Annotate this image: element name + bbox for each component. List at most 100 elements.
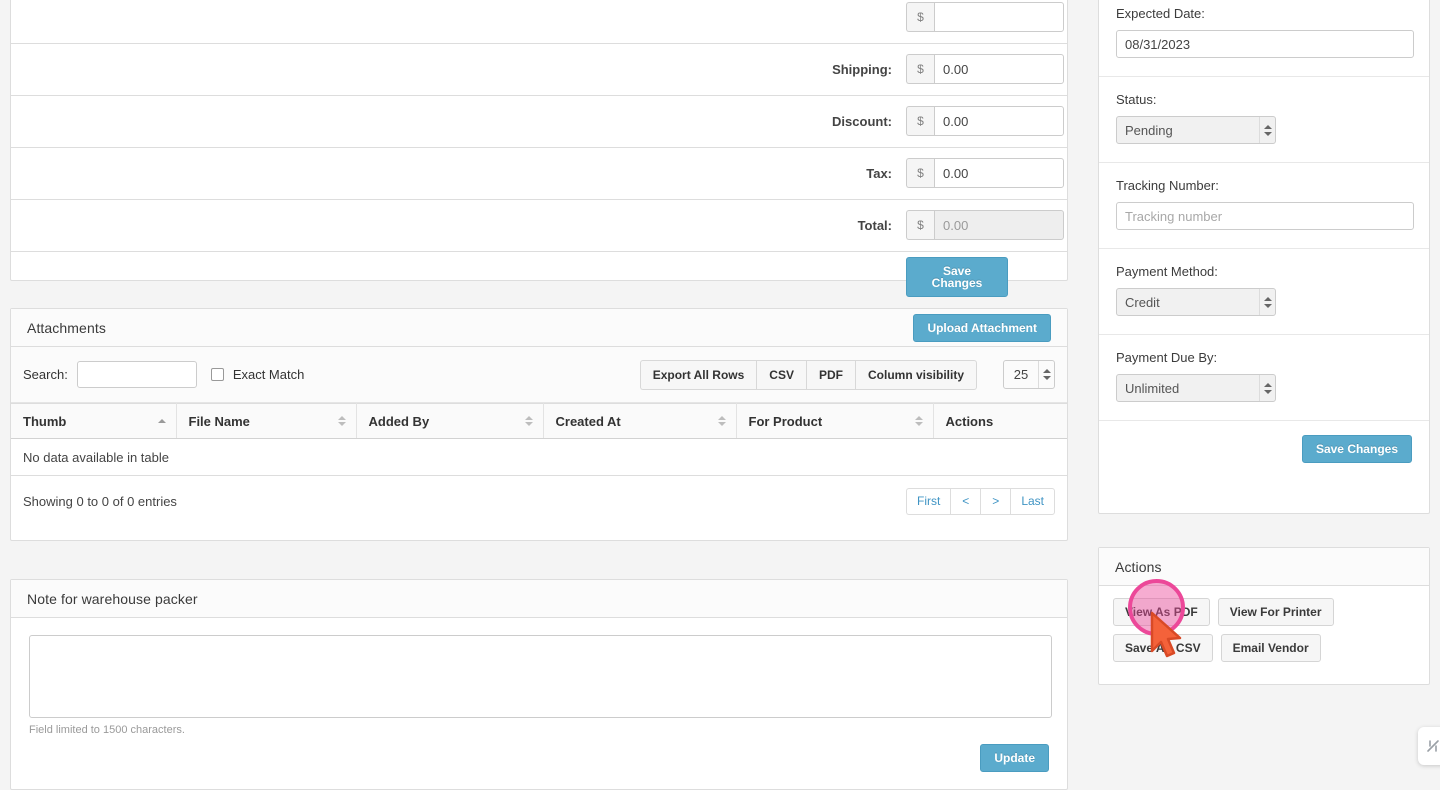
status-label: Status:: [1116, 92, 1157, 107]
order-totals-panel: $ Shipping: $ Discount: $: [10, 0, 1068, 298]
order-totals-table: $ Shipping: $ Discount: $: [11, 0, 1067, 303]
sort-icon: [717, 416, 726, 426]
sort-icon: [337, 416, 346, 426]
actions-title: Actions: [1115, 558, 1162, 575]
pagination-prev[interactable]: <: [950, 487, 981, 515]
sort-asc-icon: [157, 419, 166, 423]
status-select[interactable]: Pending: [1116, 116, 1276, 144]
pagination-first[interactable]: First: [905, 487, 951, 515]
tax-input-group: $: [906, 158, 1064, 188]
column-header-file-name[interactable]: File Name: [176, 403, 357, 439]
currency-icon: $: [906, 106, 934, 136]
tax-label: Tax:: [866, 165, 892, 181]
totals-save-row: Save Changes: [11, 251, 1067, 303]
save-changes-button-totals[interactable]: Save Changes: [906, 257, 1008, 298]
column-header-actions[interactable]: Actions: [933, 403, 1067, 439]
total-input: [934, 210, 1064, 240]
sort-icon: [524, 416, 533, 426]
tracking-number-input[interactable]: [1116, 202, 1414, 230]
export-all-rows-button[interactable]: Export All Rows: [639, 359, 757, 390]
note-header: Note for warehouse packer: [11, 580, 1067, 618]
sort-icon: [914, 416, 923, 426]
column-header-thumb[interactable]: Thumb: [11, 403, 177, 439]
totals-row-partial: $: [11, 0, 1067, 43]
pagination-last[interactable]: Last: [1010, 487, 1055, 515]
exact-match-label: Exact Match: [232, 367, 305, 382]
view-as-pdf-button[interactable]: View As PDF: [1113, 598, 1210, 626]
spinner-icon: [1259, 117, 1275, 143]
purchase-order-page: $ Shipping: $ Discount: $: [0, 0, 1440, 790]
search-input[interactable]: [76, 361, 197, 388]
column-visibility-button[interactable]: Column visibility: [854, 359, 977, 390]
shipping-label: Shipping:: [832, 61, 892, 77]
tracking-number-row: Tracking Number:: [1099, 163, 1429, 249]
table-row: Tax: $: [11, 147, 1067, 199]
discount-label: Discount:: [832, 113, 892, 129]
totals-field-partial: $: [906, 0, 1067, 43]
upload-attachment-button[interactable]: Upload Attachment: [913, 313, 1051, 342]
total-input-group: $: [906, 210, 1064, 240]
empty-table-message: No data available in table: [11, 438, 1067, 476]
column-label: Actions: [945, 413, 994, 429]
table-row: Discount: $: [11, 95, 1067, 147]
payment-due-row: Payment Due By: Unlimited: [1099, 335, 1429, 421]
status-row: Status: Pending: [1099, 77, 1429, 163]
update-button[interactable]: Update: [980, 744, 1049, 772]
spinner-icon: [1259, 289, 1275, 315]
page-length-value: 25: [1013, 367, 1029, 382]
attachments-footer: Showing 0 to 0 of 0 entries First < > La…: [11, 476, 1067, 526]
payment-method-value: Credit: [1125, 294, 1160, 310]
column-header-for-product[interactable]: For Product: [736, 403, 934, 439]
currency-icon: $: [906, 158, 934, 188]
payment-method-label: Payment Method:: [1116, 264, 1218, 279]
save-changes-button-details[interactable]: Save Changes: [1301, 435, 1412, 463]
note-help-text: Field limited to 1500 characters.: [29, 724, 185, 736]
save-as-csv-button[interactable]: Save AS CSV: [1113, 634, 1213, 662]
tax-input[interactable]: [934, 158, 1064, 188]
attachments-toolbar: Search: Exact Match Export All Rows CSV …: [11, 347, 1067, 403]
order-details-panel: Expected Date: Status: Pending Tracking …: [1098, 0, 1430, 514]
edge-helper-widget[interactable]: [1418, 727, 1440, 765]
tracking-number-label: Tracking Number:: [1116, 178, 1219, 193]
discount-input-group: $: [906, 106, 1064, 136]
table-row: Shipping: $: [11, 43, 1067, 95]
partial-amount-input[interactable]: [934, 1, 1064, 32]
note-title: Note for warehouse packer: [27, 590, 198, 607]
actions-header: Actions: [1099, 548, 1429, 586]
actions-panel: Actions View As PDF View For Printer Sav…: [1098, 547, 1430, 685]
total-label: Total:: [857, 217, 892, 233]
discount-input[interactable]: [934, 106, 1064, 136]
analytics-icon: [1427, 740, 1439, 752]
partial-input-group: $: [906, 1, 1064, 32]
search-label: Search:: [23, 367, 68, 382]
column-label: Created At: [555, 413, 621, 429]
shipping-input-group: $: [906, 54, 1064, 84]
pagination: First < > Last: [905, 487, 1055, 515]
warehouse-note-textarea[interactable]: [29, 635, 1052, 718]
attachments-panel: Attachments Upload Attachment Search: Ex…: [10, 308, 1068, 541]
shipping-input[interactable]: [934, 54, 1064, 84]
pagination-next[interactable]: >: [980, 487, 1011, 515]
payment-due-select[interactable]: Unlimited: [1116, 374, 1276, 402]
exact-match-checkbox[interactable]: [210, 368, 224, 381]
email-vendor-button[interactable]: Email Vendor: [1220, 634, 1321, 662]
payment-due-label: Payment Due By:: [1116, 350, 1218, 365]
column-header-added-by[interactable]: Added By: [356, 403, 544, 439]
page-length-select[interactable]: 25: [1003, 360, 1055, 389]
attachments-table: Thumb File Name Added By Created At For …: [11, 403, 1067, 476]
page-title: Attachments: [27, 319, 106, 336]
view-for-printer-button[interactable]: View For Printer: [1217, 598, 1334, 626]
export-csv-button[interactable]: CSV: [756, 359, 806, 390]
export-pdf-button[interactable]: PDF: [805, 359, 855, 390]
table-row: Total: $: [11, 199, 1067, 251]
expected-date-row: Expected Date:: [1099, 0, 1429, 77]
column-header-created-at[interactable]: Created At: [543, 403, 737, 439]
payment-method-select[interactable]: Credit: [1116, 288, 1276, 316]
payment-due-value: Unlimited: [1125, 380, 1180, 396]
currency-icon: $: [906, 1, 934, 32]
table-info: Showing 0 to 0 of 0 entries: [23, 493, 177, 509]
attachments-header: Attachments Upload Attachment: [11, 309, 1067, 347]
status-value: Pending: [1125, 122, 1173, 138]
expected-date-input[interactable]: [1116, 30, 1414, 58]
currency-icon: $: [906, 54, 934, 84]
